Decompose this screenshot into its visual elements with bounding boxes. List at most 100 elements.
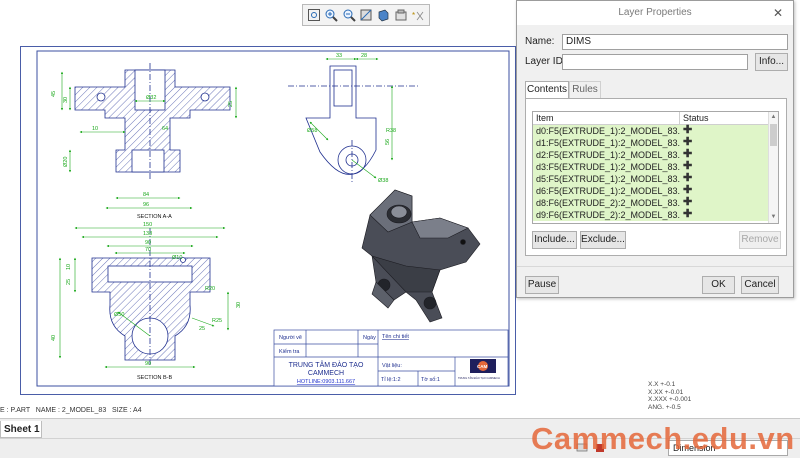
item-name: d5:F5(EXTRUDE_1):2_MODEL_83.PRT xyxy=(536,174,680,184)
list-item[interactable]: d5:F5(EXTRUDE_1):2_MODEL_83.PRT✚ xyxy=(533,173,778,185)
dim-text: 25 xyxy=(228,101,234,107)
name-input[interactable]: DIMS xyxy=(562,34,788,50)
logo-text: CAM xyxy=(477,364,487,369)
section-bb-label: SECTION B-B xyxy=(137,375,172,381)
list-item[interactable]: d6:F5(EXTRUDE_1):2_MODEL_83.PRT✚ xyxy=(533,185,778,197)
list-item[interactable]: d2:F5(EXTRUDE_1):2_MODEL_83.PRT✚ xyxy=(533,149,778,161)
dim-text: R25 xyxy=(212,318,222,324)
dim-text: 150 xyxy=(143,222,152,228)
pause-button[interactable]: Pause xyxy=(525,276,559,294)
company-name-line1: TRUNG TÂM ĐÀO TẠO xyxy=(289,360,364,369)
dim-text: 25 xyxy=(199,326,205,332)
tab-sheet-1[interactable]: Sheet 1 xyxy=(0,421,42,438)
layer-items-list: Item Status d0:F5(EXTRUDE_1):2_MODEL_83.… xyxy=(532,111,779,224)
tab-contents[interactable]: Contents xyxy=(525,81,569,99)
side-view xyxy=(288,65,420,182)
cancel-button[interactable]: Cancel xyxy=(741,276,779,294)
layer-id-label: Layer ID: xyxy=(525,56,566,67)
item-name: d6:F5(EXTRUDE_1):2_MODEL_83.PRT xyxy=(536,186,680,196)
dim-text: 25 xyxy=(66,279,72,285)
dim-text: 45 xyxy=(51,91,57,97)
company-name-line2: CAMMECH xyxy=(308,370,344,377)
tolerance-row: X.XXX +-0.001 xyxy=(648,396,692,403)
dim-text: 70 xyxy=(145,247,151,253)
dim-text: 56 xyxy=(385,139,391,145)
list-item[interactable]: d8:F6(EXTRUDE_2):2_MODEL_83.PRT✚ xyxy=(533,197,778,209)
exclude-button[interactable]: Exclude... xyxy=(580,231,626,249)
list-item[interactable]: d9:F6(EXTRUDE_2):2_MODEL_83.PRT✚ xyxy=(533,209,778,221)
watermark-text: Cammech.edu.vn xyxy=(531,421,795,456)
material-label: Vật liệu: xyxy=(382,363,402,369)
dim-text: Ø32 xyxy=(146,95,156,101)
dim-text: 28 xyxy=(361,53,367,59)
dim-text: R20 xyxy=(205,286,215,292)
tolerance-table: X.X +-0.1 X.XX +-0.01 X.XXX +-0.001 ANG.… xyxy=(648,381,691,411)
dim-text: 90 xyxy=(145,361,151,367)
dialog-title: Layer Properties xyxy=(618,7,692,18)
dim-text: Ø38 xyxy=(378,178,388,184)
list-item[interactable]: d3:F5(EXTRUDE_1):2_MODEL_83.PRT✚ xyxy=(533,161,778,173)
item-name: d2:F5(EXTRUDE_1):2_MODEL_83.PRT xyxy=(536,150,680,160)
checked-by-label: Kiểm tra xyxy=(279,348,300,355)
dim-text: Ø10 xyxy=(172,255,182,261)
scroll-up-icon[interactable]: ▲ xyxy=(769,113,778,122)
include-button[interactable]: Include... xyxy=(532,231,577,249)
close-icon[interactable]: ✕ xyxy=(773,1,783,25)
contents-panel: Item Status d0:F5(EXTRUDE_1):2_MODEL_83.… xyxy=(525,98,787,256)
date-label: Ngày xyxy=(363,335,376,341)
part-name-label: Tên chi tiết xyxy=(382,334,409,340)
status-column-header[interactable]: Status xyxy=(680,112,709,124)
list-header: Item Status xyxy=(533,112,778,125)
tolerance-row: ANG. +-0.5 xyxy=(648,403,681,411)
name-label: Name: xyxy=(525,36,555,47)
sheet-number-label: Tờ số:1 xyxy=(421,377,440,383)
dim-text: 90 xyxy=(145,240,151,246)
dim-text: 64 xyxy=(162,126,168,132)
dim-text: Ø20 xyxy=(63,157,69,167)
list-item[interactable]: d1:F5(EXTRUDE_1):2_MODEL_83.PRT✚ xyxy=(533,137,778,149)
dim-text: 40 xyxy=(51,335,57,341)
dim-text: 30 xyxy=(63,97,69,103)
scale-label: Tỉ lệ:1:2 xyxy=(381,376,401,383)
scroll-thumb[interactable] xyxy=(770,124,777,146)
name-row: Name: DIMS xyxy=(525,34,788,50)
remove-button[interactable]: Remove xyxy=(739,231,781,249)
included-plus-icon: ✚ xyxy=(683,208,693,220)
item-name: d1:F5(EXTRUDE_1):2_MODEL_83.PRT xyxy=(536,138,680,148)
item-name: d8:F6(EXTRUDE_2):2_MODEL_83.PRT xyxy=(536,198,680,208)
dim-text: 10 xyxy=(92,126,98,132)
isometric-part-view xyxy=(361,189,481,323)
hotline-text: HOTLINE:0903.111.667 xyxy=(297,379,355,385)
layer-id-input[interactable] xyxy=(562,54,748,70)
list-scrollbar[interactable]: ▲ ▼ xyxy=(768,112,778,223)
item-name: d0:F5(EXTRUDE_1):2_MODEL_83.PRT xyxy=(536,126,680,136)
dim-text: 138 xyxy=(143,231,152,237)
layer-id-row: Layer ID: Info... xyxy=(525,53,788,71)
item-name: d9:F6(EXTRUDE_2):2_MODEL_83.PRT xyxy=(536,210,680,220)
drawn-by-label: Người vẽ xyxy=(279,335,302,341)
dialog-title-bar: Layer Properties ✕ xyxy=(517,1,793,25)
section-aa-view xyxy=(74,63,231,180)
dim-text: Ø58 xyxy=(307,128,317,134)
item-name: d3:F5(EXTRUDE_1):2_MODEL_83.PRT xyxy=(536,162,680,172)
dim-text: Ø50 xyxy=(114,312,124,318)
layer-properties-dialog: Layer Properties ✕ Name: DIMS Layer ID: … xyxy=(516,0,794,298)
dim-text: 84 xyxy=(143,192,149,198)
tolerance-row: X.X +-0.1 xyxy=(648,381,676,388)
drawing-status-text: E : P.ART NAME : 2_MODEL_83 SIZE : A4 xyxy=(0,407,142,414)
dialog-separator xyxy=(517,266,793,267)
tab-rules[interactable]: Rules xyxy=(569,81,601,99)
dim-text: 33 xyxy=(336,53,342,59)
ok-button[interactable]: OK xyxy=(702,276,735,294)
list-item[interactable]: d0:F5(EXTRUDE_1):2_MODEL_83.PRT✚ xyxy=(533,125,778,137)
dim-text: 96 xyxy=(143,202,149,208)
info-button[interactable]: Info... xyxy=(755,53,788,71)
tolerance-row: X.XX +-0.01 xyxy=(648,388,684,396)
dim-text: 10 xyxy=(66,264,72,270)
scroll-down-icon[interactable]: ▼ xyxy=(769,213,778,222)
drawing-canvas: 45 30 Ø32 25 10 Ø20 64 84 96 SECTION A-A… xyxy=(36,50,510,387)
dim-text: R38 xyxy=(386,128,396,134)
section-aa-label: SECTION A-A xyxy=(137,214,172,220)
dim-text: 30 xyxy=(236,302,242,308)
item-column-header[interactable]: Item xyxy=(533,112,680,124)
